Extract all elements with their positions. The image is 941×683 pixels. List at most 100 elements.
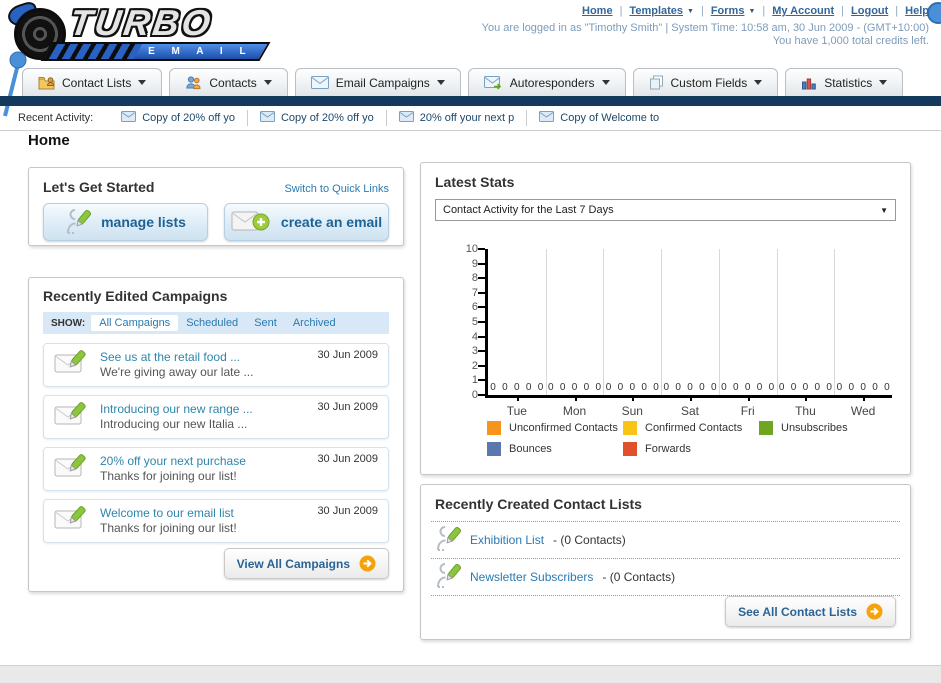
y-axis-tick-label: 6 xyxy=(471,301,478,314)
legend-item: Unsubscribes xyxy=(759,421,895,435)
campaign-row[interactable]: Welcome to our email list Thanks for join… xyxy=(43,499,389,543)
envelope-plus-icon xyxy=(231,209,271,235)
tab-autoresponders[interactable]: Autoresponders xyxy=(467,68,626,96)
stats-period-select[interactable]: Contact Activity for the Last 7 Days ▼ xyxy=(435,199,896,221)
campaign-title-link[interactable]: Introducing our new range ... xyxy=(100,402,253,417)
data-value: 0 xyxy=(848,382,855,393)
y-axis-tick xyxy=(478,364,485,367)
switch-quick-links-link[interactable]: Switch to Quick Links xyxy=(284,183,389,195)
y-axis-tick xyxy=(478,335,485,338)
filter-scheduled[interactable]: Scheduled xyxy=(178,315,246,331)
data-value: 0 xyxy=(778,382,785,393)
recent-activity-item[interactable]: Copy of 20% off yo xyxy=(248,110,387,126)
contact-list-item[interactable]: Newsletter Subscribers - (0 Contacts) xyxy=(421,559,910,595)
login-status-text: You are logged in as "Timothy Smith" | S… xyxy=(481,22,929,34)
envelope-arrow-icon xyxy=(483,75,503,90)
logo-subtitle: E M A I L xyxy=(148,46,253,57)
x-axis-tick xyxy=(516,395,519,401)
campaign-texts: See us at the retail food ... We're givin… xyxy=(100,350,253,380)
recent-campaigns-title: Recently Edited Campaigns xyxy=(43,288,228,304)
users-icon xyxy=(185,75,202,90)
data-value: 0 xyxy=(502,382,508,393)
separator: | xyxy=(762,5,766,17)
data-value: 0 xyxy=(605,382,612,393)
campaign-title-link[interactable]: See us at the retail food ... xyxy=(100,350,253,365)
data-value: 0 xyxy=(525,382,532,393)
nav-link-templates[interactable]: Templates xyxy=(629,5,683,17)
data-value: 0 xyxy=(641,382,647,393)
legend-label: Unconfirmed Contacts xyxy=(509,422,618,434)
folder-user-icon xyxy=(38,75,55,90)
create-email-button[interactable]: create an email xyxy=(224,203,389,241)
nav-link-logout[interactable]: Logout xyxy=(851,5,888,17)
data-value: 0 xyxy=(675,382,681,393)
recent-contact-lists-title: Recently Created Contact Lists xyxy=(435,496,642,512)
show-label: SHOW: xyxy=(51,317,86,329)
campaign-row[interactable]: 20% off your next purchase Thanks for joi… xyxy=(43,447,389,491)
recent-activity-item[interactable]: 20% off your next p xyxy=(387,110,528,126)
help-bubble-icon[interactable] xyxy=(927,2,941,24)
contact-list-link[interactable]: Exhibition List xyxy=(470,533,544,547)
navy-divider-bar xyxy=(0,96,941,106)
chart-legend: Unconfirmed Contacts Confirmed Contacts Un… xyxy=(487,421,897,456)
y-axis-tick xyxy=(478,277,485,280)
tab-email-campaigns[interactable]: Email Campaigns xyxy=(294,68,461,96)
tab-label: Statistics xyxy=(824,75,873,90)
filter-sent[interactable]: Sent xyxy=(246,315,285,331)
tab-label: Contact Lists xyxy=(62,75,132,90)
filter-archived[interactable]: Archived xyxy=(285,315,344,331)
campaign-title-link[interactable]: Welcome to our email list xyxy=(100,506,237,521)
turbo-email-logo: TURBO E M A I L xyxy=(5,0,276,62)
nav-link-home[interactable]: Home xyxy=(582,5,613,17)
filter-all-campaigns[interactable]: All Campaigns xyxy=(91,315,179,331)
separator: | xyxy=(841,5,845,17)
contact-list-item[interactable]: Exhibition List - (0 Contacts) xyxy=(421,522,910,558)
recent-campaigns-panel: Recently Edited Campaigns SHOW: All Camp… xyxy=(28,277,404,592)
x-axis-label: Wed xyxy=(850,404,876,418)
nav-link-forms[interactable]: Forms xyxy=(711,5,745,17)
y-axis-tick-label: 5 xyxy=(471,316,478,328)
contact-list-link[interactable]: Newsletter Subscribers xyxy=(470,570,593,584)
x-axis-label: Fri xyxy=(740,404,755,418)
activity-item-label: Copy of 20% off yo xyxy=(280,112,374,124)
stats-period-value: Contact Activity for the Last 7 Days xyxy=(443,204,614,216)
nav-link-my-account[interactable]: My Account xyxy=(772,5,834,17)
envelope-icon xyxy=(259,111,275,125)
data-value: 0 xyxy=(790,382,797,393)
copy-icon xyxy=(649,75,664,90)
manage-lists-label: manage lists xyxy=(101,214,186,230)
data-value: 0 xyxy=(860,382,866,393)
manage-lists-button[interactable]: manage lists xyxy=(43,203,208,241)
view-all-campaigns-button[interactable]: View All Campaigns xyxy=(223,548,389,579)
data-value: 0 xyxy=(490,382,496,393)
recent-activity-bar: Recent Activity: Copy of 20% off yo Copy … xyxy=(0,106,941,131)
tab-label: Autoresponders xyxy=(509,75,595,90)
tab-statistics[interactable]: Statistics xyxy=(785,68,904,96)
activity-item-label: Copy of Welcome to xyxy=(560,112,660,124)
data-labels: 00000 xyxy=(837,382,890,393)
data-value: 0 xyxy=(687,382,693,393)
campaign-row[interactable]: Introducing our new range ... Introducing… xyxy=(43,395,389,439)
data-labels: 00000 xyxy=(606,382,659,393)
nav-link-help[interactable]: Help xyxy=(905,5,929,17)
recent-activity-item[interactable]: Copy of 20% off yo xyxy=(109,110,248,126)
data-value: 0 xyxy=(814,382,821,393)
see-all-contact-lists-button[interactable]: See All Contact Lists xyxy=(725,596,896,627)
data-value: 0 xyxy=(629,382,636,393)
y-axis-tick xyxy=(478,291,485,294)
recent-activity-item[interactable]: Copy of Welcome to xyxy=(527,110,671,126)
chart-day-group: 0 0 0 0 0 Fri xyxy=(719,249,777,418)
x-axis-label: Mon xyxy=(562,404,587,418)
tab-contact-lists[interactable]: Contact Lists xyxy=(22,68,163,96)
data-value: 0 xyxy=(571,382,578,393)
tab-custom-fields[interactable]: Custom Fields xyxy=(632,68,779,96)
y-axis-tick xyxy=(478,262,485,265)
page-title: Home xyxy=(28,132,70,149)
separator: | xyxy=(895,5,899,17)
campaign-row[interactable]: See us at the retail food ... We're givin… xyxy=(43,343,389,387)
campaign-title-link[interactable]: 20% off your next purchase xyxy=(100,454,246,469)
logo-title: TURBO xyxy=(67,2,216,43)
tab-contacts[interactable]: Contacts xyxy=(169,68,288,96)
data-value: 0 xyxy=(710,382,717,393)
legend-swatch xyxy=(759,421,773,435)
